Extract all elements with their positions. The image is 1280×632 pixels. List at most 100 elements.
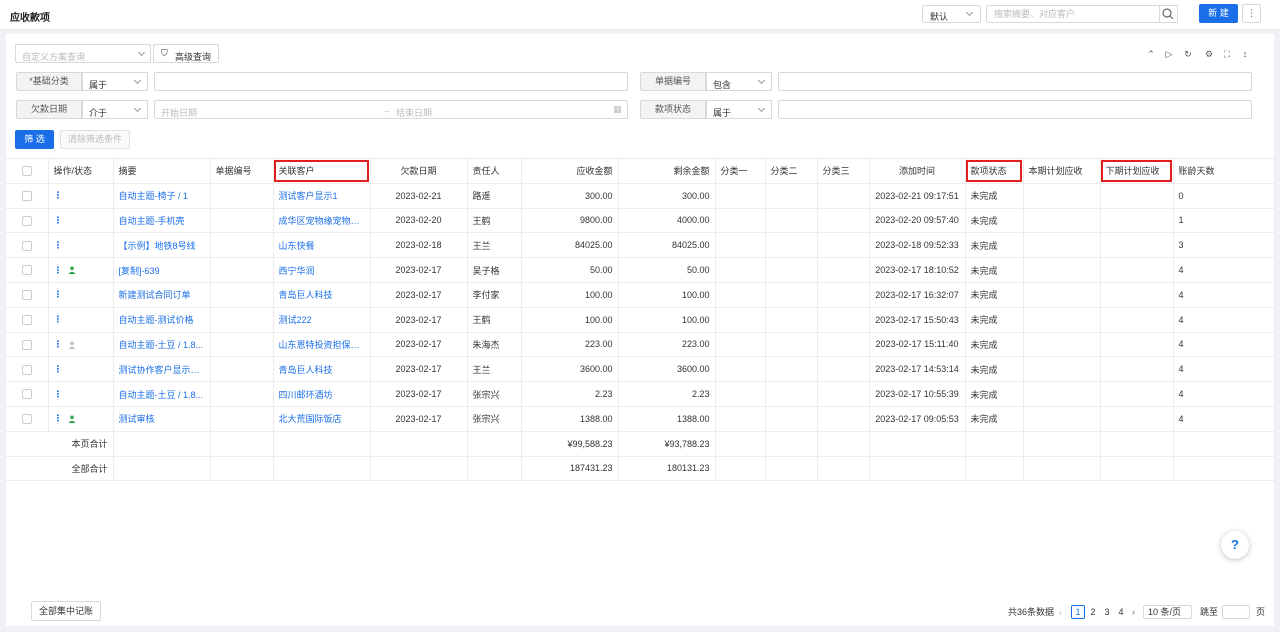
end-date-input[interactable]: 结束日期 bbox=[396, 106, 432, 119]
row-actions[interactable]: ⋮ bbox=[48, 406, 114, 432]
customer-link[interactable]: 山东恩特投资担保有... bbox=[273, 332, 371, 358]
more-actions-icon[interactable]: ⋮ bbox=[54, 190, 64, 201]
advanced-query-button[interactable]: ⛉ 高级查询 bbox=[153, 44, 219, 63]
table-row[interactable]: ⋮ [复制]-639 西宁华润 2023-02-17 吴子格 50.00 50.… bbox=[6, 257, 1275, 283]
more-actions-icon[interactable]: ⋮ bbox=[54, 215, 64, 226]
row-actions[interactable]: ⋮ bbox=[48, 232, 114, 259]
col-header-action[interactable]: 操作/状态 bbox=[48, 158, 114, 184]
row-checkbox[interactable] bbox=[6, 307, 49, 333]
table-row[interactable]: ⋮ 自动主题-土豆 / 1.8... 山东恩特投资担保有... 2023-02-… bbox=[6, 332, 1275, 358]
select-all-checkbox[interactable] bbox=[6, 158, 49, 184]
view-select[interactable]: 默认 bbox=[922, 5, 981, 23]
table-row[interactable]: ⋮ 自动主题-土豆 / 1.8... 四川邮环酒坊 2023-02-17 张宗兴… bbox=[6, 381, 1275, 407]
customer-link[interactable]: 西宁华润 bbox=[273, 257, 371, 283]
customer-link[interactable]: 山东快餐 bbox=[273, 232, 371, 259]
col-header-owner[interactable]: 责任人 bbox=[467, 158, 522, 184]
doc-number-input[interactable] bbox=[778, 72, 1252, 91]
search-button[interactable] bbox=[1160, 5, 1178, 23]
table-row[interactable]: ⋮ 自动主题-测试价格 测试222 2023-02-17 王鹤 100.00 1… bbox=[6, 307, 1275, 333]
page-3[interactable]: 3 bbox=[1102, 605, 1112, 619]
row-checkbox[interactable] bbox=[6, 257, 49, 283]
row-actions[interactable]: ⋮ bbox=[48, 332, 114, 358]
table-row[interactable]: ⋮ 自动主题-椅子 / 1 测试客户显示1 2023-02-21 路遥 300.… bbox=[6, 183, 1275, 209]
search-input-wrapper[interactable] bbox=[986, 5, 1160, 23]
basic-category-value-input[interactable] bbox=[154, 72, 628, 91]
clear-filters-button[interactable]: 清除筛选条件 bbox=[60, 130, 130, 149]
row-checkbox[interactable] bbox=[6, 332, 49, 358]
row-actions[interactable]: ⋮ bbox=[48, 356, 114, 383]
summary-link[interactable]: 测试协作客户显示问题 bbox=[113, 356, 211, 383]
settings-icon[interactable]: ⚙ bbox=[1203, 48, 1215, 60]
row-checkbox[interactable] bbox=[6, 406, 49, 432]
page-2[interactable]: 2 bbox=[1088, 605, 1098, 619]
row-checkbox[interactable] bbox=[6, 356, 49, 383]
more-actions-icon[interactable]: ⋮ bbox=[54, 413, 64, 424]
col-header-age-days[interactable]: 账龄天数 bbox=[1173, 158, 1275, 184]
more-options-button[interactable]: ⋮ bbox=[1242, 4, 1261, 23]
more-actions-icon[interactable]: ⋮ bbox=[54, 389, 64, 400]
basic-category-operator[interactable]: 属于 bbox=[82, 72, 148, 91]
summary-link[interactable]: 自动主题-土豆 / 1.8... bbox=[113, 332, 211, 358]
table-row[interactable]: ⋮ 测试审核 北大荒国际饭店 2023-02-17 张宗兴 1388.00 13… bbox=[6, 406, 1275, 432]
status-value-input[interactable] bbox=[778, 100, 1252, 119]
col-header-receivable[interactable]: 应收金额 bbox=[521, 158, 619, 184]
more-actions-icon[interactable]: ⋮ bbox=[54, 289, 64, 300]
goto-page-input[interactable] bbox=[1222, 605, 1250, 619]
summary-link[interactable]: 自动主题-椅子 / 1 bbox=[113, 183, 211, 209]
help-button[interactable]: ? bbox=[1221, 531, 1249, 559]
more-actions-icon[interactable]: ⋮ bbox=[54, 314, 64, 325]
col-header-due-date[interactable]: 欠款日期 bbox=[370, 158, 468, 184]
more-actions-icon[interactable]: ⋮ bbox=[54, 240, 64, 251]
custom-scheme-select[interactable]: 自定义方案查询 bbox=[15, 44, 151, 63]
play-icon[interactable]: ▷ bbox=[1163, 48, 1175, 60]
due-date-range-picker[interactable]: 开始日期 → 结束日期 ▦ bbox=[154, 100, 628, 119]
table-row[interactable]: ⋮ 自动主题-手机壳 成华区宠物缘宠物生... 2023-02-20 王鹤 98… bbox=[6, 208, 1275, 234]
customer-link[interactable]: 北大荒国际饭店 bbox=[273, 406, 371, 432]
prev-page-icon[interactable]: ‹ bbox=[1059, 605, 1062, 619]
col-header-customer[interactable]: 关联客户 bbox=[273, 158, 371, 184]
col-header-status[interactable]: 款项状态 bbox=[965, 158, 1024, 184]
summary-link[interactable]: 新建测试合同订单 bbox=[113, 282, 211, 308]
row-checkbox[interactable] bbox=[6, 183, 49, 209]
fullscreen-icon[interactable]: ⛶ bbox=[1221, 48, 1233, 60]
row-actions[interactable]: ⋮ bbox=[48, 257, 114, 283]
bulk-account-button[interactable]: 全部集中记账 bbox=[31, 601, 101, 621]
collapse-icon[interactable]: ⌃ bbox=[1145, 48, 1157, 60]
new-button[interactable]: 新 建 bbox=[1199, 4, 1238, 23]
customer-link[interactable]: 测试222 bbox=[273, 307, 371, 333]
customer-link[interactable]: 四川邮环酒坊 bbox=[273, 381, 371, 407]
row-checkbox[interactable] bbox=[6, 232, 49, 259]
status-operator[interactable]: 属于 bbox=[706, 100, 772, 119]
summary-link[interactable]: 自动主题-手机壳 bbox=[113, 208, 211, 234]
table-row[interactable]: ⋮ 【示例】地铁8号线 山东快餐 2023-02-18 王兰 84025.00 … bbox=[6, 232, 1275, 259]
summary-link[interactable]: [复制]-639 bbox=[113, 257, 211, 283]
summary-link[interactable]: 测试审核 bbox=[113, 406, 211, 432]
col-header-remaining[interactable]: 剩余金额 bbox=[618, 158, 716, 184]
row-checkbox[interactable] bbox=[6, 282, 49, 308]
col-header-category-3[interactable]: 分类三 bbox=[817, 158, 870, 184]
col-header-added-time[interactable]: 添加时间 bbox=[869, 158, 966, 184]
customer-link[interactable]: 青岛巨人科技 bbox=[273, 356, 371, 383]
col-header-current-plan[interactable]: 本期计划应收 bbox=[1023, 158, 1101, 184]
col-header-category-2[interactable]: 分类二 bbox=[765, 158, 818, 184]
refresh-icon[interactable]: ↻ bbox=[1182, 48, 1194, 60]
search-input[interactable] bbox=[987, 6, 1159, 22]
customer-link[interactable]: 青岛巨人科技 bbox=[273, 282, 371, 308]
table-row[interactable]: ⋮ 测试协作客户显示问题 青岛巨人科技 2023-02-17 王兰 3600.0… bbox=[6, 356, 1275, 383]
summary-link[interactable]: 自动主题-测试价格 bbox=[113, 307, 211, 333]
doc-number-operator[interactable]: 包含 bbox=[706, 72, 772, 91]
page-1[interactable]: 1 bbox=[1071, 605, 1085, 619]
due-date-operator[interactable]: 介于 bbox=[82, 100, 148, 119]
more-actions-icon[interactable]: ⋮ bbox=[54, 339, 64, 350]
filter-button[interactable]: 筛 选 bbox=[15, 130, 54, 149]
row-checkbox[interactable] bbox=[6, 208, 49, 234]
summary-link[interactable]: 自动主题-土豆 / 1.8... bbox=[113, 381, 211, 407]
row-actions[interactable]: ⋮ bbox=[48, 381, 114, 407]
col-header-next-plan[interactable]: 下期计划应收 bbox=[1100, 158, 1174, 184]
col-header-category-1[interactable]: 分类一 bbox=[715, 158, 766, 184]
page-size-select[interactable]: 10 条/页 bbox=[1143, 605, 1192, 619]
row-actions[interactable]: ⋮ bbox=[48, 307, 114, 333]
more-actions-icon[interactable]: ⋮ bbox=[54, 265, 64, 276]
row-actions[interactable]: ⋮ bbox=[48, 208, 114, 234]
customer-link[interactable]: 成华区宠物缘宠物生... bbox=[273, 208, 371, 234]
